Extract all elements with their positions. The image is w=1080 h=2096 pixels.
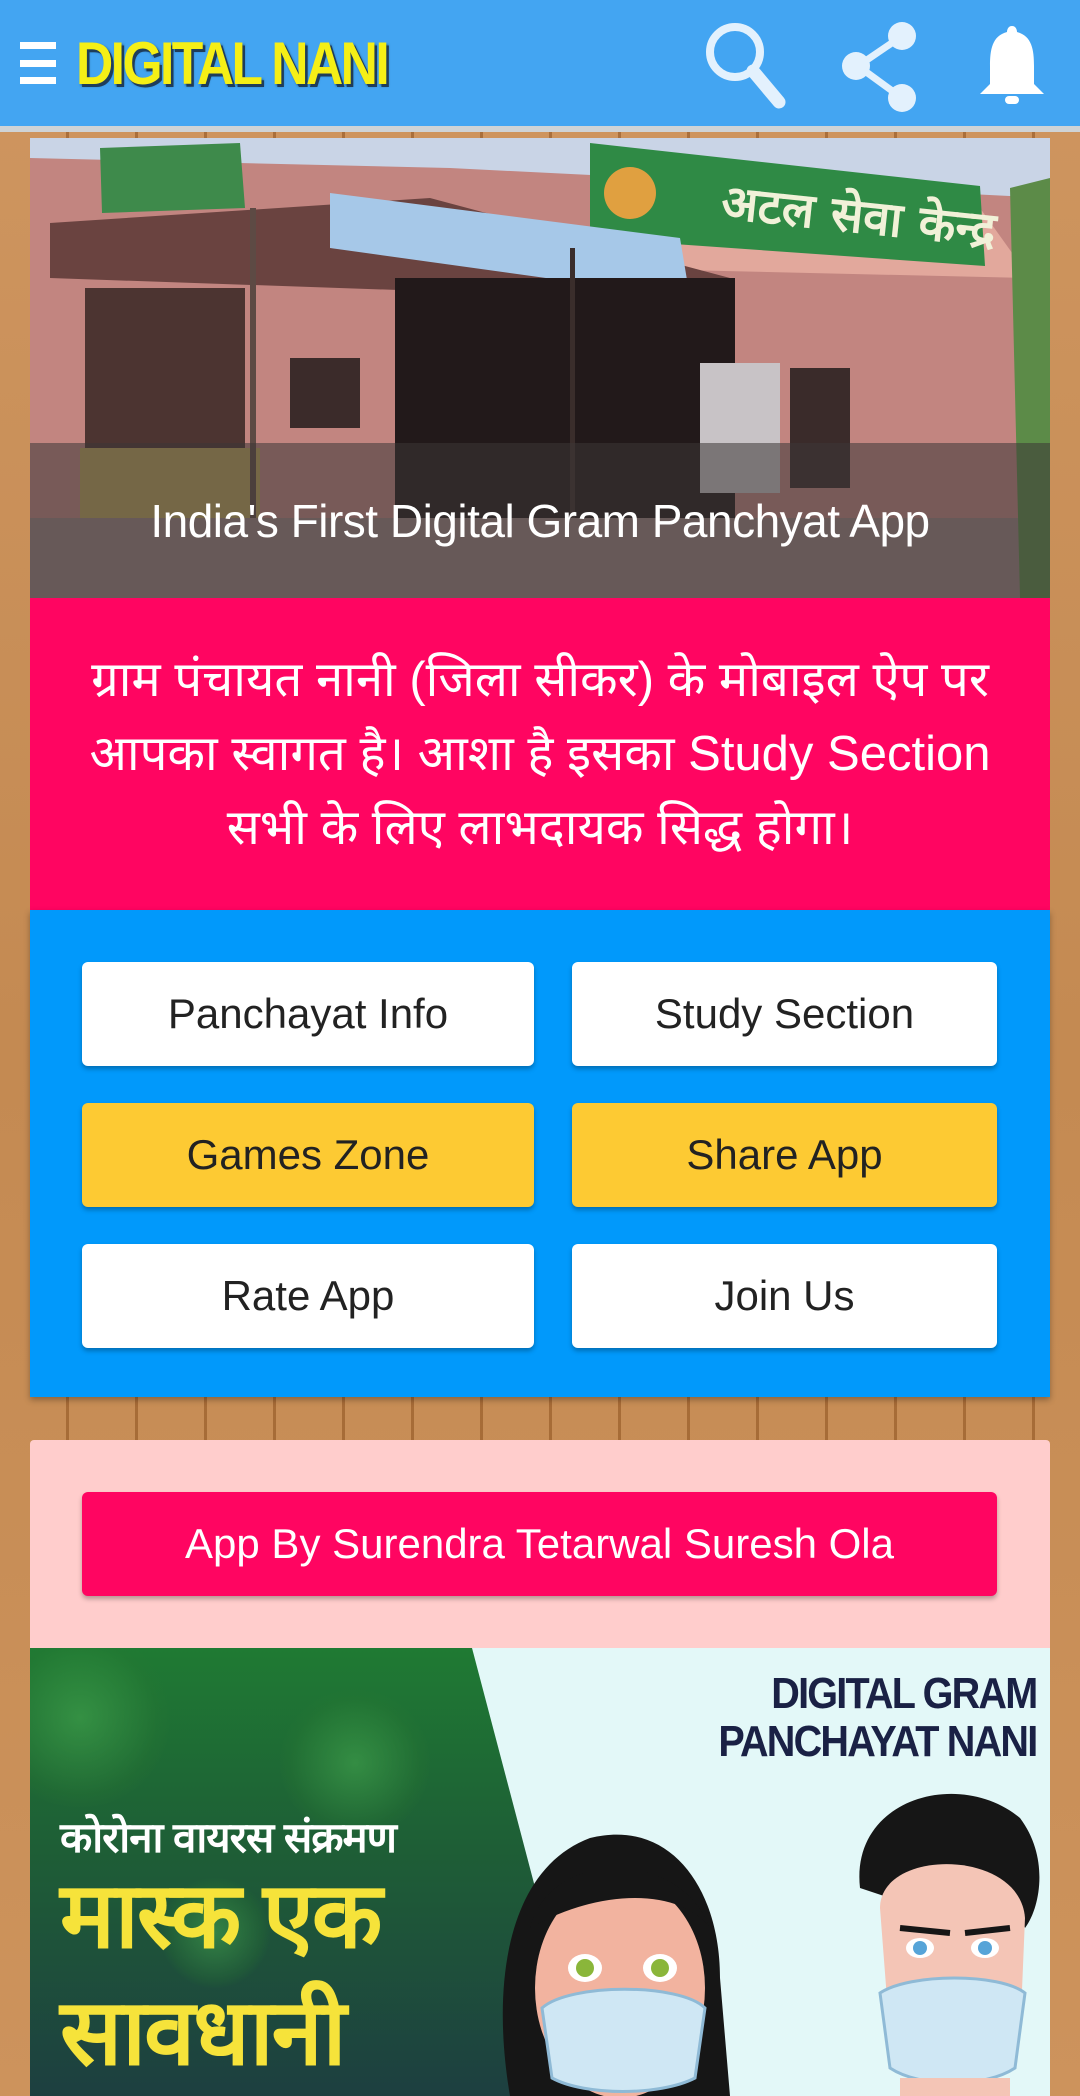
- study-section-button[interactable]: Study Section: [572, 962, 997, 1066]
- hamburger-menu-icon[interactable]: [20, 42, 56, 84]
- welcome-text: ग्राम पंचायत नानी (जिला सीकर) के मोबाइल …: [89, 653, 991, 855]
- credit-button[interactable]: App By Surendra Tetarwal Suresh Ola: [82, 1492, 997, 1596]
- app-bar: DIGITAL NANI: [0, 0, 1080, 132]
- bell-icon[interactable]: [962, 14, 1062, 114]
- search-icon[interactable]: [695, 14, 795, 114]
- join-us-button[interactable]: Join Us: [572, 1244, 997, 1348]
- hero-caption: India's First Digital Gram Panchyat App: [30, 443, 1050, 598]
- banner-title-line-2: PANCHAYAT NANI: [717, 1717, 1038, 1766]
- rate-app-button[interactable]: Rate App: [82, 1244, 534, 1348]
- hero-banner: अटल सेवा केन्द्र India's First Digital G…: [30, 138, 1050, 598]
- banner-headline-2: सावधानी: [60, 1982, 346, 2084]
- credit-panel: App By Surendra Tetarwal Suresh Ola: [30, 1440, 1050, 1648]
- app-title: DIGITAL NANI: [76, 30, 390, 97]
- banner-headline-1: मास्क एक: [60, 1865, 382, 1967]
- menu-grid: Panchayat Info Study Section Games Zone …: [30, 910, 1050, 1397]
- panchayat-info-button[interactable]: Panchayat Info: [82, 962, 534, 1066]
- share-icon[interactable]: [830, 14, 930, 114]
- games-zone-button[interactable]: Games Zone: [82, 1103, 534, 1207]
- covid-awareness-banner[interactable]: कोरोना वायरस संक्रमण मास्क एक सावधानी DI…: [30, 1648, 1050, 2096]
- banner-subtitle: कोरोना वायरस संक्रमण: [60, 1814, 397, 1861]
- welcome-message: ग्राम पंचायत नानी (जिला सीकर) के मोबाइल …: [30, 598, 1050, 910]
- banner-title: DIGITAL GRAM PANCHAYAT NANI: [717, 1669, 1038, 1766]
- banner-title-line-1: DIGITAL GRAM: [770, 1669, 1038, 1718]
- masked-people-illustration: [502, 1793, 1040, 2096]
- share-app-button[interactable]: Share App: [572, 1103, 997, 1207]
